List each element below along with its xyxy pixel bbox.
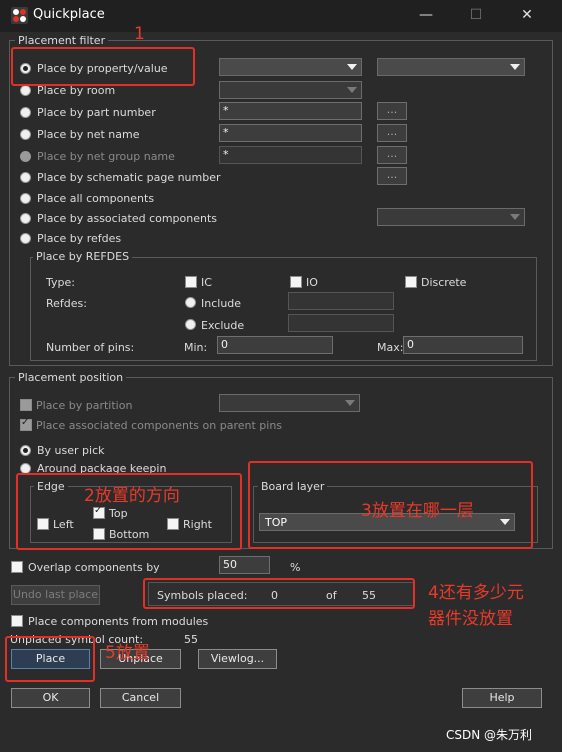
unplaced-count-value: 55 — [184, 633, 198, 646]
label-all-components: Place all components — [37, 192, 155, 205]
pins-label: Number of pins: — [46, 341, 135, 354]
annotation-5: 5放置 — [105, 643, 150, 663]
place-by-partition-label: Place by partition — [36, 399, 133, 412]
exclude-input[interactable] — [288, 314, 394, 332]
annotation-box-1 — [11, 47, 195, 86]
annotation-box-5 — [5, 636, 95, 682]
part-number-input[interactable]: * — [219, 102, 362, 120]
label-net-group-name: Place by net group name — [37, 150, 175, 163]
net-group-input[interactable]: * — [219, 146, 362, 164]
annotation-3: 3放置在哪一层 — [361, 501, 474, 521]
max-label: Max: — [377, 341, 404, 354]
label-schematic-page: Place by schematic page number — [37, 171, 221, 184]
radio-schematic-page[interactable] — [20, 172, 31, 183]
net-name-input[interactable]: * — [219, 124, 362, 142]
annotation-2: 2放置的方向 — [84, 486, 180, 506]
radio-net-group-name[interactable] — [20, 151, 31, 162]
value-combo[interactable] — [377, 58, 525, 76]
close-button[interactable]: ✕ — [519, 6, 535, 24]
ok-button[interactable]: OK — [11, 688, 90, 708]
schematic-page-browse-button[interactable]: ... — [377, 167, 407, 185]
by-user-pick-label: By user pick — [37, 444, 105, 457]
io-label: IO — [306, 276, 318, 289]
radio-all-components[interactable] — [20, 193, 31, 204]
maximize-button[interactable]: ☐ — [468, 6, 484, 24]
modules-label: Place components from modules — [28, 615, 209, 628]
annotation-1: 1 — [134, 24, 145, 44]
refdes-label: Refdes: — [46, 297, 87, 310]
room-combo[interactable] — [219, 81, 362, 99]
window-title: Quickplace — [33, 7, 105, 22]
label-part-number: Place by part number — [37, 106, 156, 119]
radio-part-number[interactable] — [20, 107, 31, 118]
radio-associated-components[interactable] — [20, 213, 31, 224]
min-pins-input[interactable]: 0 — [217, 336, 333, 354]
overlap-checkbox[interactable] — [11, 561, 23, 573]
net-name-browse-button[interactable]: ... — [377, 124, 407, 142]
radio-include[interactable] — [185, 297, 196, 308]
overlap-input[interactable]: 50 — [219, 556, 270, 574]
undo-last-place-button[interactable]: Undo last place — [11, 585, 100, 605]
placement-position-legend: Placement position — [15, 371, 127, 384]
annotation-4-line1: 4还有多少元 — [428, 583, 524, 603]
label-associated-components: Place by associated components — [37, 212, 218, 225]
net-group-browse-button[interactable]: ... — [377, 146, 407, 164]
minimize-button[interactable]: — — [418, 6, 434, 24]
radio-exclude[interactable] — [185, 319, 196, 330]
help-button[interactable]: Help — [462, 688, 542, 708]
placement-filter-legend: Placement filter — [15, 34, 109, 47]
annotation-box-4 — [143, 578, 415, 609]
annotation-4-line2: 器件没放置 — [428, 609, 513, 629]
label-net-name: Place by net name — [37, 128, 140, 141]
overlap-unit: % — [290, 561, 301, 574]
label-refdes: Place by refdes — [37, 232, 122, 245]
partition-combo[interactable] — [219, 394, 360, 412]
max-pins-input[interactable]: 0 — [403, 336, 523, 354]
include-input[interactable] — [288, 292, 394, 310]
discrete-checkbox[interactable] — [405, 276, 417, 288]
radio-by-user-pick[interactable] — [20, 445, 31, 456]
refdes-group-legend: Place by REFDES — [33, 250, 133, 263]
cancel-button[interactable]: Cancel — [100, 688, 181, 708]
viewlog-button[interactable]: Viewlog... — [198, 649, 277, 669]
assoc-parent-pins-label: Place associated components on parent pi… — [36, 419, 283, 432]
part-number-browse-button[interactable]: ... — [377, 102, 407, 120]
csdn-watermark: CSDN @朱万利 — [446, 728, 533, 742]
ic-checkbox[interactable] — [185, 276, 197, 288]
radio-net-name[interactable] — [20, 129, 31, 140]
property-combo[interactable] — [219, 58, 362, 76]
discrete-label: Discrete — [421, 276, 467, 289]
place-by-partition-checkbox[interactable] — [20, 399, 32, 411]
min-label: Min: — [184, 341, 208, 354]
radio-refdes[interactable] — [20, 233, 31, 244]
quickplace-app-icon — [11, 7, 28, 24]
type-label: Type: — [46, 276, 75, 289]
ic-label: IC — [201, 276, 212, 289]
radio-room[interactable] — [20, 85, 31, 96]
io-checkbox[interactable] — [290, 276, 302, 288]
overlap-label: Overlap components by — [28, 561, 160, 574]
include-label: Include — [201, 297, 242, 310]
exclude-label: Exclude — [201, 319, 245, 332]
modules-checkbox[interactable] — [11, 615, 23, 627]
associated-components-combo[interactable] — [377, 208, 525, 226]
assoc-parent-pins-checkbox[interactable] — [20, 417, 32, 431]
